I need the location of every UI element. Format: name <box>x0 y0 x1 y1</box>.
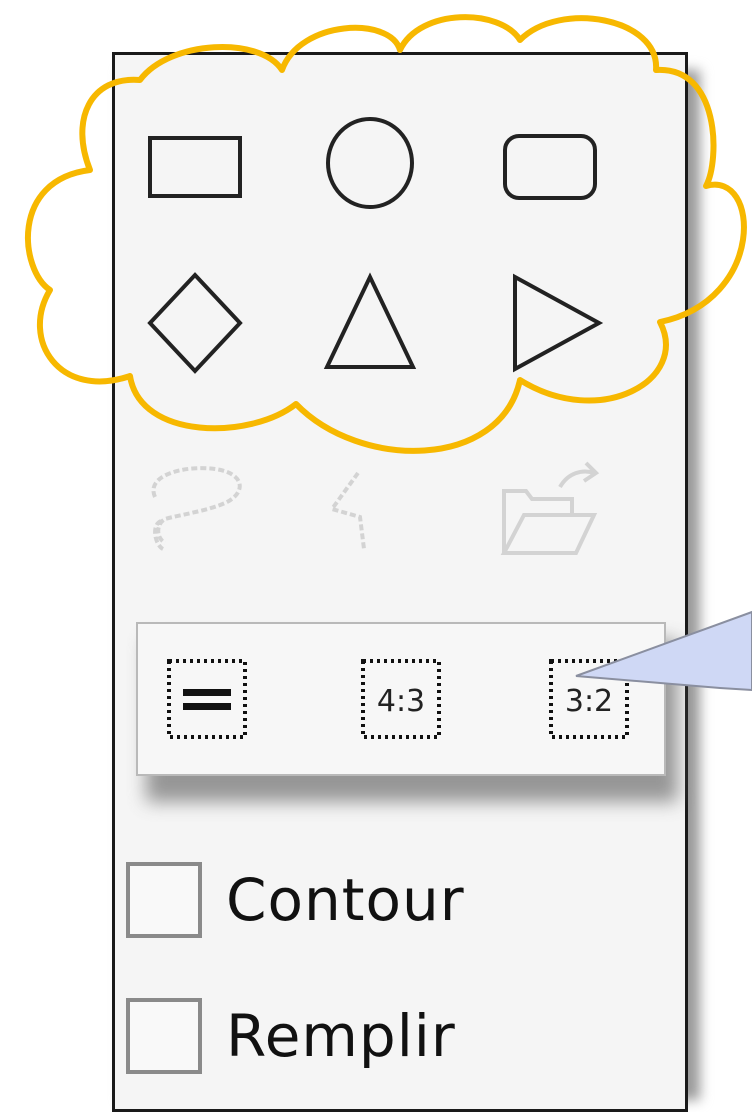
ratio-popup: 4:3 3:2 <box>136 622 666 776</box>
rectangle-icon <box>148 136 242 198</box>
fill-checkbox[interactable] <box>126 998 202 1074</box>
rounded-rectangle-icon <box>503 134 597 200</box>
rectangle-tool-button[interactable] <box>130 98 260 228</box>
ratio-3-2-button[interactable]: 3:2 <box>534 644 644 754</box>
freeform-lasso-icon <box>151 466 242 551</box>
ratio-4-3-button[interactable]: 4:3 <box>346 644 456 754</box>
contour-option[interactable]: Contour <box>126 860 465 940</box>
ratio-4-3-icon: 4:3 <box>361 659 441 739</box>
ratio-4-3-label: 4:3 <box>377 684 425 719</box>
equal-ratio-button[interactable] <box>152 644 262 754</box>
rounded-rectangle-tool-button[interactable] <box>485 98 615 228</box>
triangle-tool-button[interactable] <box>305 258 435 388</box>
contour-checkbox[interactable] <box>126 862 202 938</box>
diamond-icon <box>147 272 243 374</box>
right-triangle-icon <box>513 273 604 373</box>
ratio-3-2-icon: 3:2 <box>549 659 629 739</box>
fill-label: Remplir <box>226 1002 456 1070</box>
diamond-tool-button[interactable] <box>130 258 260 388</box>
contour-label: Contour <box>226 866 465 934</box>
equal-ratio-icon <box>167 659 247 739</box>
open-folder-icon <box>500 461 600 555</box>
polygon-tool-button <box>305 440 435 570</box>
ratio-3-2-label: 3:2 <box>565 684 613 719</box>
open-folder-tool-button <box>485 440 615 570</box>
freeform-tool-button <box>130 440 260 570</box>
ellipse-icon <box>326 117 414 209</box>
right-triangle-tool-button[interactable] <box>485 258 615 388</box>
ellipse-tool-button[interactable] <box>305 98 435 228</box>
fill-option[interactable]: Remplir <box>126 996 456 1076</box>
triangle-icon <box>323 272 417 369</box>
polygon-icon <box>328 471 366 550</box>
